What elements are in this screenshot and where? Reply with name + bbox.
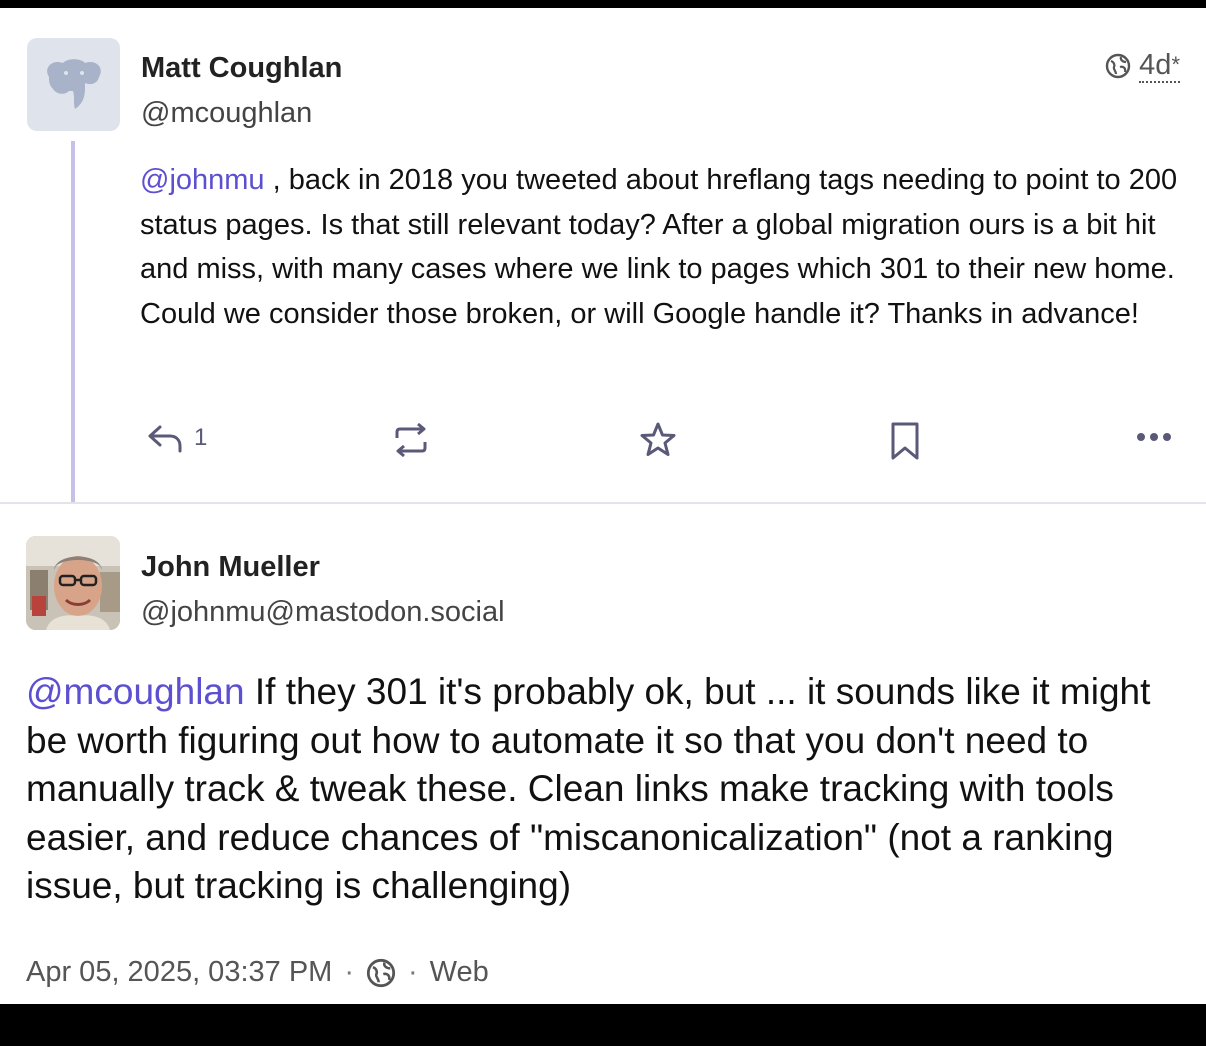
favourite-button[interactable] bbox=[639, 421, 677, 459]
globe-icon bbox=[366, 958, 396, 987]
age-text: 4d bbox=[1139, 49, 1172, 81]
separator: · bbox=[344, 956, 354, 988]
post-divider bbox=[0, 502, 1206, 504]
more-icon bbox=[1137, 433, 1171, 441]
post-footer: Apr 05, 2025, 03:37 PM · · Web bbox=[26, 956, 489, 989]
boost-button[interactable] bbox=[393, 421, 429, 459]
avatar[interactable] bbox=[26, 536, 120, 630]
profile-photo bbox=[26, 536, 120, 630]
edited-marker: * bbox=[1171, 52, 1180, 77]
author-name[interactable]: John Mueller bbox=[141, 551, 320, 584]
more-button[interactable] bbox=[1136, 431, 1172, 443]
elephant-icon bbox=[46, 58, 101, 109]
reply-button[interactable]: 1 bbox=[146, 423, 207, 453]
mention-link[interactable]: @mcoughlan bbox=[26, 671, 245, 712]
post-body: @mcoughlan If they 301 it's probably ok,… bbox=[26, 668, 1186, 911]
post-body: @johnmu , back in 2018 you tweeted about… bbox=[140, 158, 1180, 336]
star-icon bbox=[640, 422, 676, 456]
author-name[interactable]: Matt Coughlan bbox=[141, 52, 342, 85]
bookmark-icon bbox=[891, 422, 919, 460]
post-text: , back in 2018 you tweeted about hreflan… bbox=[140, 164, 1178, 330]
post-timestamp[interactable]: Apr 05, 2025, 03:37 PM bbox=[26, 956, 332, 989]
globe-icon bbox=[1105, 53, 1131, 79]
bottom-bar bbox=[0, 1004, 1206, 1046]
reply-icon bbox=[148, 425, 182, 453]
thread-view: Matt Coughlan @mcoughlan 4d* @johnmu , b… bbox=[0, 8, 1206, 1004]
author-handle[interactable]: @mcoughlan bbox=[141, 97, 312, 130]
mention-link[interactable]: @johnmu bbox=[140, 164, 265, 196]
client-name: Web bbox=[429, 956, 489, 988]
post-meta[interactable]: 4d* bbox=[1105, 49, 1180, 83]
default-avatar[interactable] bbox=[27, 38, 120, 131]
action-bar: 1 bbox=[0, 413, 1206, 463]
bookmark-button[interactable] bbox=[888, 421, 922, 461]
reply-count: 1 bbox=[194, 424, 208, 451]
author-handle[interactable]: @johnmu@mastodon.social bbox=[141, 596, 505, 629]
boost-icon bbox=[395, 422, 427, 458]
separator: · bbox=[407, 956, 418, 988]
post-age[interactable]: 4d* bbox=[1139, 49, 1180, 83]
original-post[interactable]: Matt Coughlan @mcoughlan 4d* @johnmu , b… bbox=[0, 8, 1206, 502]
